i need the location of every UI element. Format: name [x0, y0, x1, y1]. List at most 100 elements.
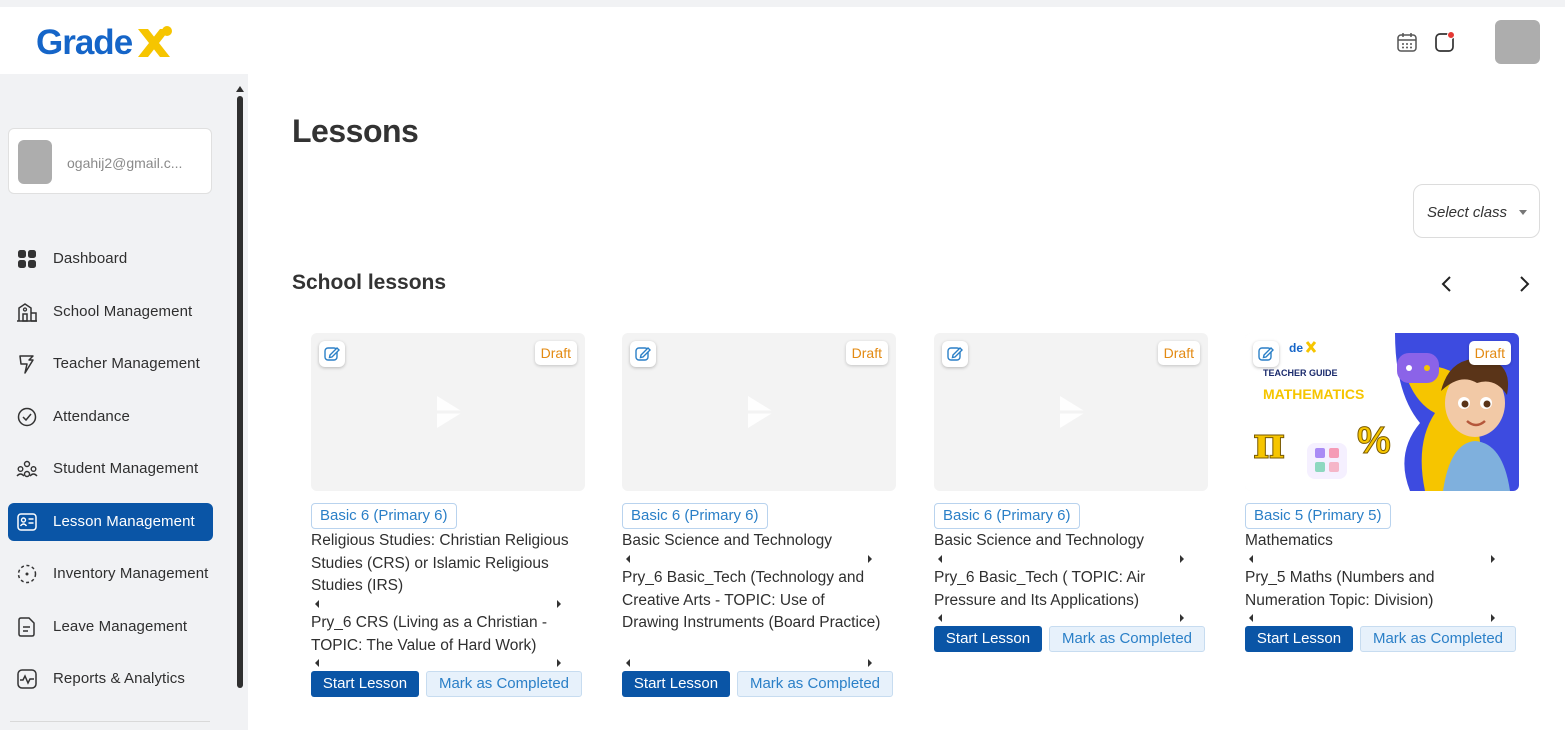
class-tag: Basic 5 (Primary 5) — [1245, 503, 1391, 529]
user-avatar — [18, 140, 52, 184]
start-lesson-button[interactable]: Start Lesson — [1245, 626, 1353, 652]
lesson-topic: Pry_6 CRS (Living as a Christian - TOPIC… — [311, 614, 548, 654]
topic-scrollbar[interactable] — [315, 659, 561, 667]
lesson-topic: Pry_5 Maths (Numbers and Numeration Topi… — [1245, 569, 1435, 609]
draft-badge: Draft — [1468, 341, 1511, 365]
edit-icon — [635, 347, 651, 361]
check-circle-icon — [17, 407, 37, 427]
sidebar-item-label: Student Management — [53, 460, 199, 477]
sidebar-item-attendance[interactable]: Attendance — [8, 398, 213, 436]
edit-lesson-button[interactable] — [1253, 341, 1279, 367]
sidebar-item-label: Lesson Management — [53, 513, 195, 530]
subject-scrollbar[interactable] — [626, 555, 872, 563]
sidebar-item-student-management[interactable]: Student Management — [8, 450, 213, 488]
lesson-subject: Basic Science and Technology — [934, 532, 1144, 549]
thumb-percent-text: % — [1357, 420, 1391, 462]
sidebar-item-label: Dashboard — [53, 250, 128, 267]
thumb-pi-text: π — [1253, 418, 1285, 469]
topic-scrollbar[interactable] — [1249, 614, 1495, 622]
lesson-thumbnail[interactable]: de TEACHER GUIDE MATHEMATICS π % Draft — [1245, 333, 1519, 491]
edit-icon — [324, 347, 340, 361]
lesson-subject: Basic Science and Technology — [622, 532, 832, 549]
dashboard-icon — [18, 250, 36, 268]
sidebar-item-dashboard[interactable]: Dashboard — [8, 240, 213, 278]
sidebar-item-lesson-management[interactable]: Lesson Management — [8, 503, 213, 541]
sidebar-item-label: Inventory Management — [53, 565, 209, 582]
lesson-thumbnail[interactable]: Draft — [622, 333, 896, 491]
sidebar-item-label: Reports & Analytics — [53, 670, 185, 687]
school-icon — [17, 303, 37, 322]
lesson-topic: Pry_6 Basic_Tech (Technology and Creativ… — [622, 569, 881, 631]
class-tag: Basic 6 (Primary 6) — [622, 503, 768, 529]
lesson-subject: Religious Studies: Christian Religious S… — [311, 532, 569, 594]
scrollbar-thumb[interactable] — [237, 96, 243, 688]
draft-badge: Draft — [534, 341, 577, 365]
lesson-thumbnail[interactable]: Draft — [311, 333, 585, 491]
sidebar-item-reports-analytics[interactable]: Reports & Analytics — [8, 660, 213, 698]
sidebar-item-label: Attendance — [53, 408, 130, 425]
grade-logo[interactable]: Grade — [36, 23, 174, 63]
sidebar-item-school-management[interactable]: School Management — [8, 293, 213, 331]
topic-scrollbar[interactable] — [938, 614, 1184, 622]
topic-scrollbar[interactable] — [626, 659, 872, 667]
start-lesson-button[interactable]: Start Lesson — [622, 671, 730, 697]
inventory-icon — [17, 564, 37, 584]
teacher-icon — [19, 355, 34, 374]
start-lesson-button[interactable]: Start Lesson — [934, 626, 1042, 652]
logo-x-icon — [138, 26, 173, 57]
edit-icon — [1258, 347, 1274, 361]
sidebar-item-label: Leave Management — [53, 618, 188, 635]
mark-completed-button[interactable]: Mark as Completed — [426, 671, 582, 697]
subject-scrollbar[interactable] — [1249, 555, 1495, 563]
edit-lesson-button[interactable] — [630, 341, 656, 367]
select-class-dropdown[interactable]: Select class — [1413, 184, 1540, 238]
leave-icon — [18, 617, 35, 637]
lesson-topic: Pry_6 Basic_Tech ( TOPIC: Air Pressure a… — [934, 569, 1146, 609]
lesson-thumbnail[interactable]: Draft — [934, 333, 1208, 491]
select-class-label: Select class — [1427, 204, 1508, 221]
subject-scrollbar[interactable] — [315, 600, 561, 608]
top-header: Grade — [0, 7, 1565, 74]
page-title: Lessons — [292, 113, 419, 149]
calendar-icon[interactable] — [1396, 31, 1418, 53]
start-lesson-button[interactable]: Start Lesson — [311, 671, 419, 697]
class-tag: Basic 6 (Primary 6) — [311, 503, 457, 529]
window-top-strip — [0, 0, 1565, 7]
section-title: School lessons — [292, 271, 447, 294]
lesson-icon — [17, 513, 37, 531]
notification-icon[interactable] — [1434, 31, 1456, 53]
draft-badge: Draft — [845, 341, 888, 365]
sidebar-item-label: Teacher Management — [53, 355, 200, 372]
sidebar-item-label: School Management — [53, 303, 193, 320]
sidebar-item-leave-management[interactable]: Leave Management — [8, 608, 213, 646]
sidebar-scrollbar[interactable] — [236, 86, 244, 688]
sidebar-divider — [10, 721, 210, 722]
user-email: ogahij2@gmail.c... — [67, 155, 183, 171]
mark-completed-button[interactable]: Mark as Completed — [1049, 626, 1205, 652]
chevron-right-icon[interactable] — [1513, 272, 1535, 296]
class-tag: Basic 6 (Primary 6) — [934, 503, 1080, 529]
reports-icon — [17, 669, 37, 689]
sidebar-item-teacher-management[interactable]: Teacher Management — [8, 345, 213, 383]
mark-completed-button[interactable]: Mark as Completed — [737, 671, 893, 697]
thumb-logo-text: de — [1289, 341, 1303, 355]
user-profile-card[interactable]: ogahij2@gmail.c... — [8, 128, 212, 194]
students-icon — [16, 460, 38, 478]
scroll-up-arrow-icon[interactable] — [236, 86, 244, 92]
caret-down-icon — [1519, 210, 1527, 215]
edit-lesson-button[interactable] — [942, 341, 968, 367]
lesson-subject: Mathematics — [1245, 532, 1333, 549]
thumb-guide-text: TEACHER GUIDE — [1263, 368, 1338, 378]
sidebar-item-inventory-management[interactable]: Inventory Management — [8, 555, 213, 593]
edit-lesson-button[interactable] — [319, 341, 345, 367]
thumb-subject-text: MATHEMATICS — [1263, 386, 1364, 402]
edit-icon — [947, 347, 963, 361]
chevron-left-icon[interactable] — [1436, 272, 1458, 296]
mark-completed-button[interactable]: Mark as Completed — [1360, 626, 1516, 652]
video-placeholder-icon — [748, 396, 774, 428]
header-avatar[interactable] — [1495, 20, 1540, 64]
draft-badge: Draft — [1157, 341, 1200, 365]
logo-wordmark: Grade — [36, 23, 133, 62]
subject-scrollbar[interactable] — [938, 555, 1184, 563]
video-placeholder-icon — [437, 396, 463, 428]
